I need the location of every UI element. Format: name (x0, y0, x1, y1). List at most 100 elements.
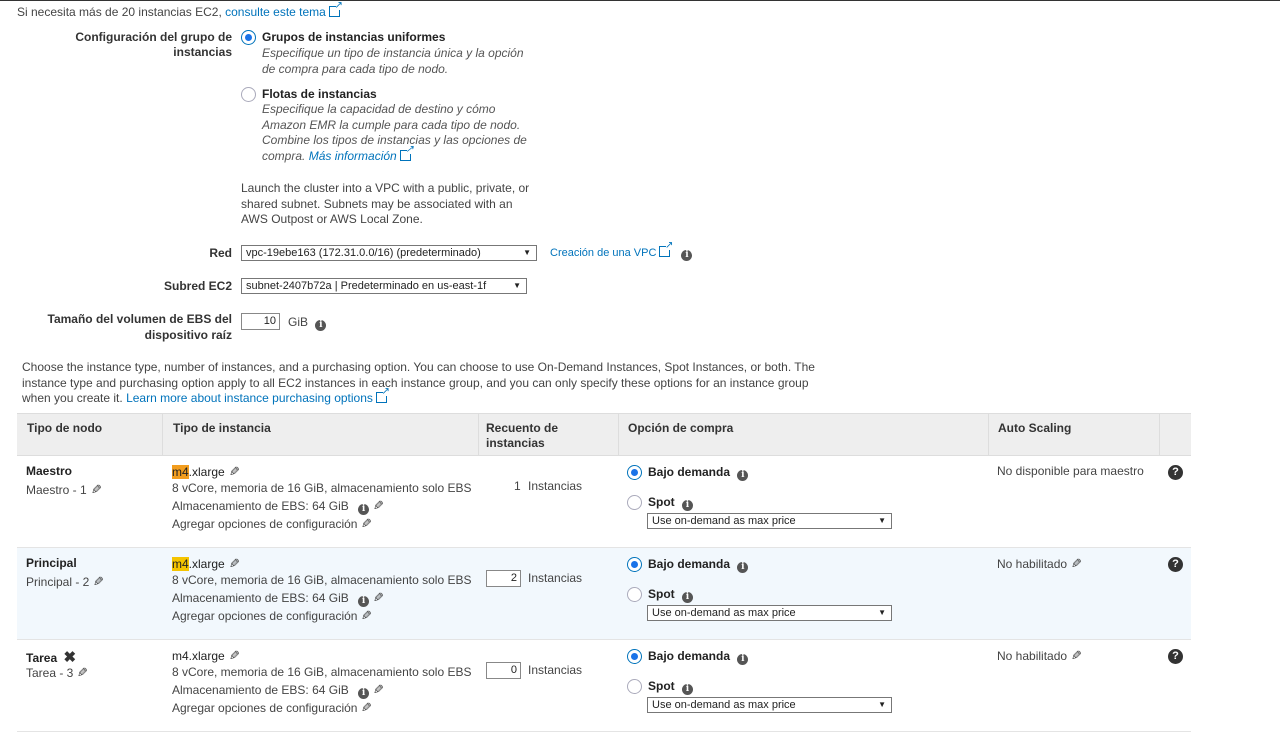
spot-option[interactable] (627, 679, 642, 694)
edit-pencil-icon[interactable]: ✎ (77, 665, 88, 681)
create-vpc-wrap: Creación de una VPC i (550, 241, 693, 261)
uniform-groups-option[interactable] (241, 30, 256, 45)
col-instance-type: Tipo de instancia (173, 421, 271, 435)
on-demand-radio[interactable] (627, 465, 642, 480)
create-vpc-link[interactable]: Creación de una VPC (550, 247, 656, 259)
info-icon[interactable]: i (682, 500, 694, 511)
help-icon[interactable]: ? (1168, 556, 1183, 572)
column-divider (1159, 413, 1160, 456)
more-info-link[interactable]: Más información (309, 149, 397, 163)
instance-spec: 8 vCore, memoria de 16 GiB, almacenamien… (172, 481, 472, 495)
instance-count-input[interactable]: 0 (486, 662, 521, 679)
instance-fleets-radio[interactable] (241, 87, 256, 102)
on-demand-label: Bajo demanda i (648, 557, 749, 573)
purchasing-options-link[interactable]: Learn more about instance purchasing opt… (126, 391, 373, 405)
edit-pencil-icon[interactable]: ✎ (91, 482, 102, 498)
on-demand-label: Bajo demanda i (648, 649, 749, 665)
table-row-task: Tarea ✖ Tarea - 3 ✎ m4.xlarge ✎ 8 vCore, m… (17, 640, 1191, 732)
spot-label: Spot i (648, 587, 694, 603)
auto-scaling-status[interactable]: No habilitado ✎ (997, 648, 1082, 664)
info-icon[interactable]: i (737, 470, 749, 481)
edit-pencil-icon[interactable]: ✎ (361, 608, 372, 624)
on-demand-radio[interactable] (627, 557, 642, 572)
edit-pencil-icon[interactable]: ✎ (373, 682, 384, 698)
info-icon[interactable]: i (358, 688, 370, 699)
max-price-select[interactable]: Use on-demand as max price ▼ (647, 605, 892, 621)
ebs-root-size-input[interactable]: 10 (241, 313, 280, 330)
edit-pencil-icon[interactable]: ✎ (1071, 556, 1082, 572)
edit-pencil-icon[interactable]: ✎ (361, 700, 372, 716)
instance-fleets-title: Flotas de instancias (262, 87, 377, 101)
info-icon[interactable]: i (737, 562, 749, 573)
node-sub: Maestro - 1 ✎ (26, 482, 102, 498)
column-divider (162, 413, 163, 456)
info-icon[interactable]: i (681, 250, 693, 261)
purchase-note: Choose the instance type, number of inst… (22, 360, 822, 407)
uniform-groups-radio[interactable] (241, 30, 256, 45)
instance-type[interactable]: m4.xlarge ✎ (172, 464, 240, 480)
edit-pencil-icon[interactable]: ✎ (229, 556, 240, 572)
spot-label: Spot i (648, 495, 694, 511)
instance-type[interactable]: m4.xlarge ✎ (172, 648, 240, 664)
info-icon[interactable]: i (358, 596, 370, 607)
table-row-master: Maestro Maestro - 1 ✎ m4.xlarge ✎ 8 vCore,… (17, 456, 1191, 548)
instance-spec: 8 vCore, memoria de 16 GiB, almacenamien… (172, 665, 472, 679)
on-demand-option[interactable] (627, 465, 642, 480)
node-name: Tarea ✖ (26, 649, 77, 666)
edit-pencil-icon[interactable]: ✎ (1071, 648, 1082, 664)
subnet-select[interactable]: subnet-2407b72a | Predeterminado en us-e… (241, 278, 527, 294)
edit-pencil-icon[interactable]: ✎ (229, 464, 240, 480)
node-name: Principal (26, 556, 77, 570)
on-demand-radio[interactable] (627, 649, 642, 664)
instance-count: 1 (514, 479, 521, 493)
instance-fleets-option[interactable] (241, 87, 256, 102)
node-sub: Principal - 2 ✎ (26, 574, 105, 590)
add-config-options[interactable]: Agregar opciones de configuración ✎ (172, 608, 372, 624)
col-purchase-option: Opción de compra (628, 421, 734, 435)
edit-pencil-icon[interactable]: ✎ (361, 516, 372, 532)
spot-radio[interactable] (627, 587, 642, 602)
spot-label: Spot i (648, 679, 694, 695)
spot-option[interactable] (627, 587, 642, 602)
external-link-icon (399, 145, 414, 161)
info-icon[interactable]: i (315, 320, 327, 331)
info-icon[interactable]: i (737, 654, 749, 665)
on-demand-label: Bajo demanda i (648, 465, 749, 481)
help-icon[interactable]: ? (1168, 648, 1183, 664)
on-demand-option[interactable] (627, 649, 642, 664)
add-config-options[interactable]: Agregar opciones de configuración ✎ (172, 516, 372, 532)
edit-pencil-icon[interactable]: ✎ (373, 590, 384, 606)
max-price-select[interactable]: Use on-demand as max price ▼ (647, 697, 892, 713)
help-icon[interactable]: ? (1168, 464, 1183, 480)
edit-pencil-icon[interactable]: ✎ (93, 574, 104, 590)
column-divider (478, 413, 479, 456)
spot-radio[interactable] (627, 495, 642, 510)
on-demand-option[interactable] (627, 557, 642, 572)
external-link-icon (375, 387, 390, 403)
spot-radio[interactable] (627, 679, 642, 694)
add-config-options[interactable]: Agregar opciones de configuración ✎ (172, 700, 372, 716)
ebs-storage: Almacenamiento de EBS: 64 GiB i ✎ (172, 682, 385, 699)
instance-type[interactable]: m4.xlarge ✎ (172, 556, 240, 572)
chevron-down-icon: ▼ (878, 516, 886, 525)
ec2-limit-note: Si necesita más de 20 instancias EC2, co… (17, 1, 343, 19)
info-icon[interactable]: i (358, 504, 370, 515)
edit-pencil-icon[interactable]: ✎ (373, 498, 384, 514)
info-icon[interactable]: i (682, 684, 694, 695)
consult-topic-link[interactable]: consulte este tema (225, 5, 326, 19)
column-divider (988, 413, 989, 456)
max-price-select[interactable]: Use on-demand as max price ▼ (647, 513, 892, 529)
info-icon[interactable]: i (682, 592, 694, 603)
remove-x-icon[interactable]: ✖ (63, 649, 76, 666)
edit-pencil-icon[interactable]: ✎ (229, 648, 240, 664)
node-sub: Tarea - 3 ✎ (26, 665, 89, 681)
auto-scaling-status[interactable]: No habilitado ✎ (997, 556, 1082, 572)
instance-count-input[interactable]: 2 (486, 570, 521, 587)
node-name: Maestro (26, 464, 73, 478)
spot-option[interactable] (627, 495, 642, 510)
network-select[interactable]: vpc-19ebe163 (172.31.0.0/16) (predetermi… (241, 245, 537, 261)
instance-count-unit: Instancias (528, 479, 583, 493)
instance-fleets-desc: Especifique la capacidad de destino y có… (262, 102, 534, 164)
group-config-label: Configuración del grupo de instancias (75, 30, 232, 59)
instance-spec: 8 vCore, memoria de 16 GiB, almacenamien… (172, 573, 472, 587)
